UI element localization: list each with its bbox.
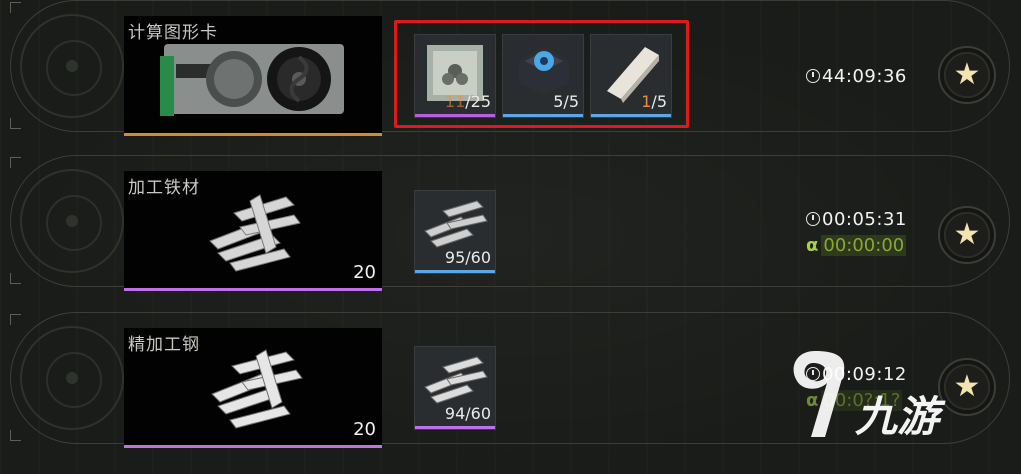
dial-icon: [20, 326, 124, 430]
product-count: 20: [353, 262, 376, 283]
rarity-bar: [124, 288, 382, 291]
production-timer: 00:05:31: [806, 209, 907, 230]
production-timer: 44:09:36: [806, 66, 907, 87]
slot-count: 94/60: [444, 404, 491, 423]
frame-corner: [10, 2, 21, 13]
product-name: 计算图形卡: [128, 23, 218, 43]
material-slot-steel[interactable]: 94/60: [414, 346, 496, 430]
nine-game-logo-icon: [793, 351, 845, 437]
watermark-logo: 九游: [785, 345, 995, 445]
rarity-bar: [124, 133, 382, 136]
product-name: 精加工钢: [128, 335, 200, 355]
rarity-bar: [124, 445, 382, 448]
frame-corner: [10, 430, 21, 441]
clock-icon: [806, 212, 820, 226]
dial-icon: [20, 169, 124, 273]
rarity-bar: [415, 270, 495, 273]
product-card[interactable]: 计算图形卡: [124, 16, 382, 136]
dial-icon: [20, 14, 124, 118]
slot-count: 95/60: [444, 248, 491, 267]
star-icon: ★: [953, 57, 981, 92]
frame-corner: [10, 157, 21, 168]
frame-corner: [10, 314, 21, 325]
clock-icon: [806, 69, 820, 83]
steel-bars-icon: [424, 356, 488, 404]
star-icon: ★: [953, 217, 981, 252]
production-row-1: 计算图形卡 11/25 5/5 1/5 44:09:36 ★: [0, 0, 1021, 148]
product-card[interactable]: 精加工钢 20: [124, 328, 382, 448]
favorite-button[interactable]: ★: [938, 206, 996, 264]
rarity-bar: [415, 426, 495, 429]
frame-corner: [10, 118, 21, 129]
frame-corner: [10, 273, 21, 284]
product-card[interactable]: 加工铁材 20: [124, 171, 382, 291]
alpha-icon: α: [806, 235, 819, 256]
watermark-text: 九游: [855, 392, 940, 441]
graphics-card-icon: [160, 44, 344, 116]
iron-ingots-icon: [209, 194, 301, 272]
iron-ingots-icon: [424, 200, 488, 248]
product-name: 加工铁材: [128, 178, 200, 198]
alpha-timer: α 00:00:00: [806, 235, 907, 256]
production-row-2: 加工铁材 20 95/60 00:05:31 α 00:00:00 ★: [0, 155, 1021, 303]
product-count: 20: [353, 419, 376, 440]
highlight-box: [394, 20, 689, 128]
favorite-button[interactable]: ★: [938, 46, 996, 104]
material-slot-iron[interactable]: 95/60: [414, 190, 496, 274]
steel-bars-icon: [211, 349, 303, 429]
